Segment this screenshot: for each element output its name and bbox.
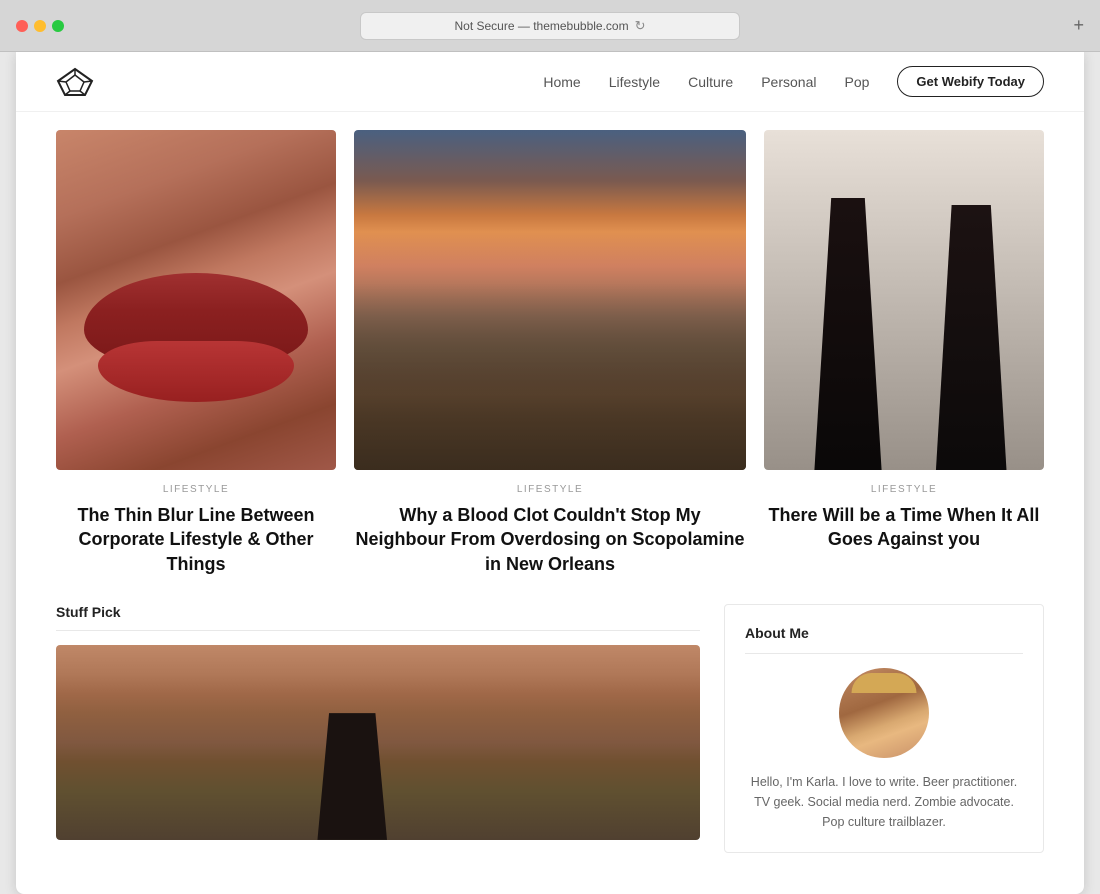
featured-grid: LIFESTYLE The Thin Blur Line Between Cor…: [16, 112, 1084, 576]
article-card-1: LIFESTYLE The Thin Blur Line Between Cor…: [56, 130, 336, 576]
bottom-section: Stuff Pick About Me Hello, I'm Karla. I …: [16, 576, 1084, 853]
article-category-2: LIFESTYLE: [354, 484, 746, 495]
get-webify-button[interactable]: Get Webify Today: [897, 66, 1044, 97]
stuff-pick-label: Stuff Pick: [56, 604, 700, 631]
article-title-1[interactable]: The Thin Blur Line Between Corporate Lif…: [56, 503, 336, 576]
nav-culture[interactable]: Culture: [688, 74, 733, 90]
address-bar[interactable]: Not Secure — themebubble.com ↻: [360, 12, 740, 40]
about-me-text: Hello, I'm Karla. I love to write. Beer …: [745, 772, 1023, 832]
nav-home[interactable]: Home: [543, 74, 580, 90]
article-category-3: LIFESTYLE: [764, 484, 1044, 495]
article-title-3[interactable]: There Will be a Time When It All Goes Ag…: [764, 503, 1044, 552]
article-category-1: LIFESTYLE: [56, 484, 336, 495]
about-me-card: About Me Hello, I'm Karla. I love to wri…: [724, 604, 1044, 853]
nav-pop[interactable]: Pop: [844, 74, 869, 90]
article-title-2[interactable]: Why a Blood Clot Couldn't Stop My Neighb…: [354, 503, 746, 576]
close-button[interactable]: [16, 20, 28, 32]
nav-links: Home Lifestyle Culture Personal Pop Get …: [543, 66, 1044, 97]
article-image-2[interactable]: [354, 130, 746, 470]
article-card-2: LIFESTYLE Why a Blood Clot Couldn't Stop…: [354, 130, 746, 576]
avatar: [839, 668, 929, 758]
minimize-button[interactable]: [34, 20, 46, 32]
nav-personal[interactable]: Personal: [761, 74, 816, 90]
address-text: Not Secure — themebubble.com: [455, 19, 629, 33]
article-card-3: LIFESTYLE There Will be a Time When It A…: [764, 130, 1044, 576]
stuff-pick-section: Stuff Pick: [56, 604, 700, 853]
about-me-title: About Me: [745, 625, 1023, 654]
article-image-1[interactable]: [56, 130, 336, 470]
logo[interactable]: [56, 67, 94, 97]
article-image-3[interactable]: [764, 130, 1044, 470]
navigation: Home Lifestyle Culture Personal Pop Get …: [16, 52, 1084, 112]
nav-lifestyle[interactable]: Lifestyle: [609, 74, 660, 90]
browser-chrome: Not Secure — themebubble.com ↻ +: [0, 0, 1100, 52]
reload-icon[interactable]: ↻: [635, 18, 646, 34]
stuff-pick-image[interactable]: [56, 645, 700, 840]
website-container: Home Lifestyle Culture Personal Pop Get …: [16, 52, 1084, 894]
new-tab-button[interactable]: +: [1073, 15, 1084, 36]
traffic-lights: [16, 20, 64, 32]
maximize-button[interactable]: [52, 20, 64, 32]
